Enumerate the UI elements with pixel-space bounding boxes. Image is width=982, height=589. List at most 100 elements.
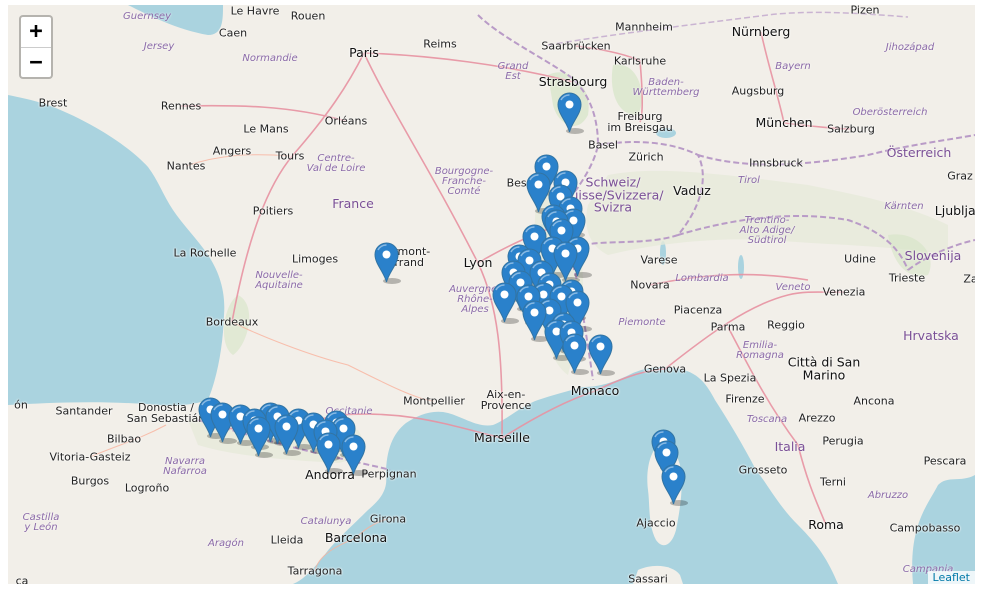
region-label: Castilla y León xyxy=(22,512,60,533)
map-marker-icon[interactable] xyxy=(245,416,273,458)
city-label: Freiburg im Breisgau xyxy=(607,110,673,134)
city-label: ca xyxy=(15,574,29,585)
map-marker-icon[interactable] xyxy=(561,333,589,375)
city-label: Aix-en- Provence xyxy=(480,388,532,412)
city-label: Zürich xyxy=(628,150,664,164)
region-label: Veneto xyxy=(775,282,811,293)
country-label: Slovenija xyxy=(904,247,962,263)
map-marker-icon[interactable] xyxy=(556,92,584,134)
city-label: Reggio xyxy=(767,318,805,332)
city-label: Firenze xyxy=(725,392,765,406)
city-label: Rouen xyxy=(290,9,326,23)
region-label: Nouvelle- Aquitaine xyxy=(255,270,303,291)
city-label: Terni xyxy=(820,475,846,489)
city-label: Novara xyxy=(630,278,670,292)
city-label: Limoges xyxy=(291,252,339,266)
capital-label: Città di San Marino xyxy=(787,354,861,382)
region-label: Tirol xyxy=(738,175,760,186)
city-label: Mannheim xyxy=(615,20,673,34)
city-label: Tarragona xyxy=(287,564,343,578)
city-label: Perpignan xyxy=(361,467,417,481)
city-label: Le Mans xyxy=(243,122,289,136)
city-label: Saarbrücken xyxy=(541,39,611,53)
city-label: Nantes xyxy=(166,159,206,173)
capital-label: München xyxy=(755,114,813,130)
capital-label: Lyon xyxy=(463,254,493,270)
city-label: Burgos xyxy=(70,474,110,488)
capital-label: Barcelona xyxy=(324,529,388,545)
region-label: Bourgogne- Franche- Comté xyxy=(434,166,494,197)
city-label: Tours xyxy=(275,149,305,163)
region-label: Jihozápad xyxy=(885,42,935,53)
attribution-link[interactable]: Leaflet xyxy=(927,571,975,584)
map-marker-icon[interactable] xyxy=(315,432,343,474)
city-label: Salzburg xyxy=(827,122,875,136)
city-label: Logroño xyxy=(124,481,170,495)
region-label: Normandie xyxy=(242,53,298,64)
city-label: Rennes xyxy=(160,99,202,113)
map-marker-icon[interactable] xyxy=(273,414,301,456)
city-label: Karlsruhe xyxy=(613,54,667,68)
region-label: Navarra Nafarroa xyxy=(163,456,207,477)
region-label: Oberösterreich xyxy=(852,107,928,118)
map-container[interactable]: Le Havre Rouen Caen Reims Saarbrücken Mannhei… xyxy=(8,5,975,584)
city-label: Varese xyxy=(640,253,678,267)
city-label: Ancona xyxy=(853,394,895,408)
region-label: Lombardia xyxy=(675,273,729,284)
region-label: Emilia- Romagna xyxy=(736,340,784,361)
city-label: Sassari xyxy=(628,572,668,585)
city-label: Udine xyxy=(844,252,876,266)
map-marker-icon[interactable] xyxy=(587,334,615,376)
region-label: Guernsey xyxy=(123,11,171,22)
country-label: Österreich xyxy=(886,144,952,160)
city-label: Brest xyxy=(38,96,68,110)
region-label: Grand Est xyxy=(497,61,529,82)
city-label: Santander xyxy=(55,404,113,418)
city-label: La Spezia xyxy=(703,371,757,385)
city-label: Perugia xyxy=(822,434,864,448)
region-label: Abruzzo xyxy=(867,490,909,501)
city-label: Lleida xyxy=(270,533,304,547)
zoom-control: + − xyxy=(19,15,53,79)
city-label: Augsburg xyxy=(731,84,785,98)
city-label: Graz xyxy=(947,169,973,183)
zoom-in-button[interactable]: + xyxy=(21,17,51,48)
region-label: Kärnten xyxy=(884,201,924,212)
map-marker-icon[interactable] xyxy=(491,282,519,324)
region-label: Centre- Val de Loire xyxy=(306,153,366,174)
city-label: Orléans xyxy=(324,114,368,128)
map-marker-icon[interactable] xyxy=(340,434,368,476)
capital-label: Strasbourg xyxy=(538,73,608,89)
city-label: Piacenza xyxy=(673,303,723,317)
capital-label: Roma xyxy=(808,516,844,532)
city-label: Ajaccio xyxy=(636,516,676,530)
map-marker-icon[interactable] xyxy=(660,464,688,506)
city-label: Trieste xyxy=(888,271,926,285)
city-label: Bilbao xyxy=(106,432,142,446)
city-label: Campobasso xyxy=(889,521,961,535)
city-label: Poitiers xyxy=(252,204,294,218)
region-label: Aragón xyxy=(208,538,244,549)
region-label: Piemonte xyxy=(618,317,666,328)
city-label: Montpellier xyxy=(403,394,465,408)
capital-label: Marseille xyxy=(474,429,530,445)
city-label: La Rochelle xyxy=(173,246,237,260)
capital-label: Monaco xyxy=(570,382,620,398)
capital-label: Paris xyxy=(349,44,379,60)
city-label: Reims xyxy=(423,37,457,51)
city-label: Arezzo xyxy=(798,411,836,425)
country-label: Hrvatska xyxy=(903,327,959,343)
map-marker-icon[interactable] xyxy=(373,242,401,284)
city-label: Angers xyxy=(212,144,252,158)
capital-label: Ljubljana xyxy=(934,202,975,218)
city-label: Pescara xyxy=(923,454,967,468)
city-label: Bordeaux xyxy=(205,315,259,329)
region-label: Toscana xyxy=(746,414,788,425)
region-label: Bayern xyxy=(775,61,811,72)
city-label: ón xyxy=(14,398,28,412)
city-label: Donostia / San Sebastián xyxy=(126,401,206,425)
region-label: Jersey xyxy=(143,41,175,52)
city-label: Zag xyxy=(963,272,975,286)
city-label: Basel xyxy=(588,138,618,152)
zoom-out-button[interactable]: − xyxy=(21,48,51,78)
